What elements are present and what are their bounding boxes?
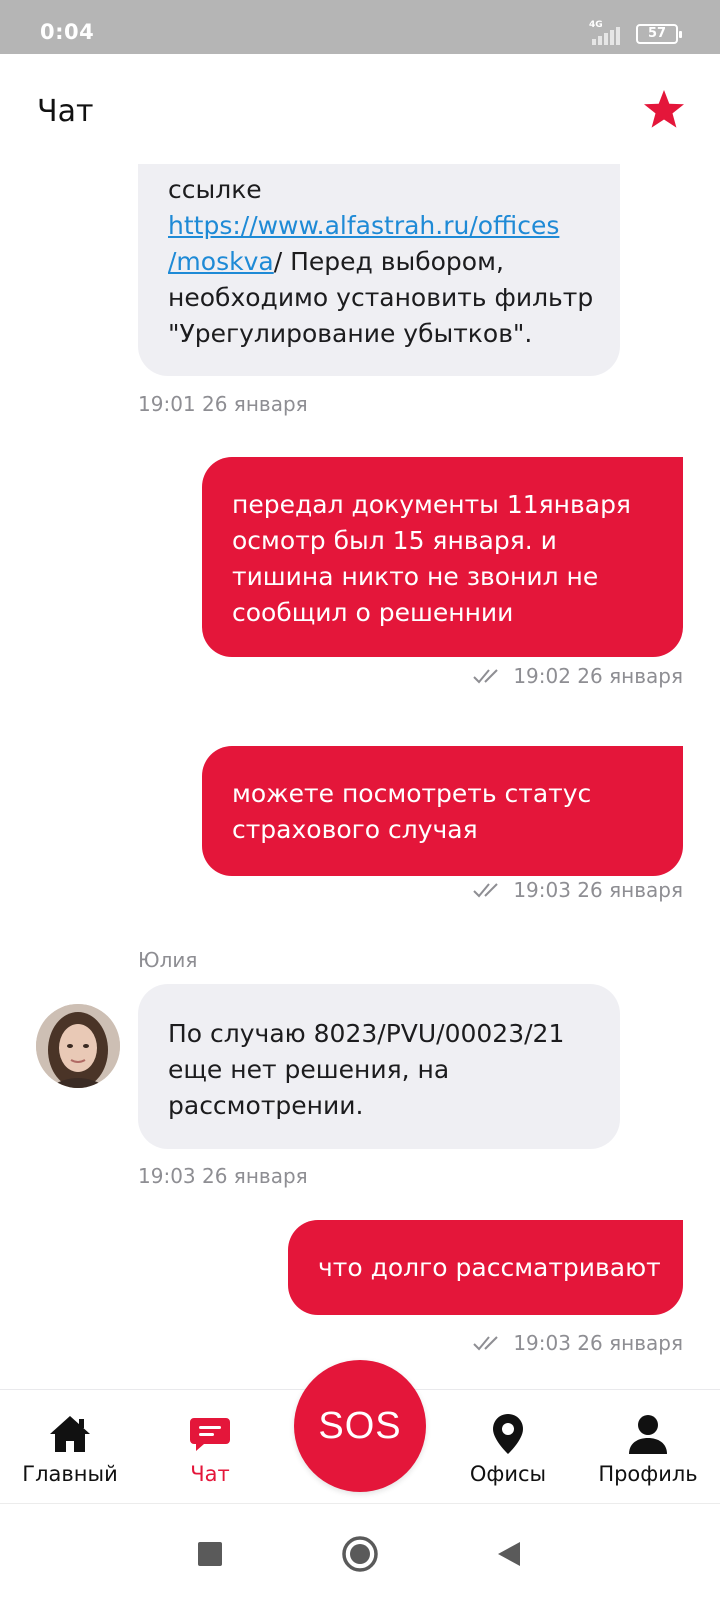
double-check-icon xyxy=(473,1336,499,1351)
double-check-icon xyxy=(473,669,499,684)
message-meta: 19:02 26 января xyxy=(473,664,683,688)
message-text: осмотр был 15 января. и xyxy=(232,526,557,555)
nav-item-profile[interactable]: Профиль xyxy=(578,1390,718,1504)
sos-button[interactable]: SOS xyxy=(294,1360,426,1492)
nav-label-profile: Профиль xyxy=(598,1462,698,1486)
message-meta: 19:03 26 января xyxy=(473,878,683,902)
home-circle-icon[interactable] xyxy=(340,1534,380,1574)
message-meta: 19:03 26 января xyxy=(473,1331,683,1355)
signal-icon xyxy=(590,23,624,45)
nav-item-chat[interactable]: Чат xyxy=(140,1390,280,1504)
message-text: / Перед выбором, xyxy=(273,247,504,276)
sender-name: Юлия xyxy=(138,948,198,972)
message-text: ссылке xyxy=(168,175,262,204)
message-text: страхового случая xyxy=(232,815,478,844)
double-check-icon xyxy=(473,883,499,898)
message-text: можете посмотреть статус xyxy=(232,779,592,808)
message-time: 19:02 26 января xyxy=(513,664,683,688)
office-link[interactable]: https://www.alfastrah.ru/offices xyxy=(168,211,559,240)
avatar[interactable] xyxy=(36,1004,120,1088)
recents-icon[interactable] xyxy=(190,1534,230,1574)
nav-label-chat: Чат xyxy=(190,1462,230,1486)
message-text: необходимо установить фильтр xyxy=(168,283,594,312)
message-text: сообщил о решеннии xyxy=(232,598,514,627)
message-text: тишина никто не звонил не xyxy=(232,562,599,591)
message-bubble-outgoing: передал документы 11января осмотр был 15… xyxy=(202,457,683,657)
battery-level: 57 xyxy=(647,26,667,41)
app-header: Чат xyxy=(0,54,720,164)
message-text: По случаю 8023/PVU/00023/21 xyxy=(168,1019,565,1048)
avatar-photo xyxy=(36,1004,120,1088)
message-time: 19:03 26 января xyxy=(138,1164,308,1188)
home-icon xyxy=(50,1416,90,1452)
message-bubble-outgoing: что долго рассматривают xyxy=(288,1220,683,1315)
battery-icon: 57 xyxy=(636,24,682,44)
star-icon[interactable] xyxy=(642,88,686,132)
system-nav-bar xyxy=(0,1503,720,1600)
chat-icon xyxy=(190,1418,230,1451)
message-bubble-outgoing: можете посмотреть статус страхового случ… xyxy=(202,746,683,876)
message-time: 19:01 26 января xyxy=(138,392,308,416)
message-text: что долго рассматривают xyxy=(318,1253,661,1282)
nav-item-offices[interactable]: Офисы xyxy=(438,1390,578,1504)
profile-icon xyxy=(629,1415,667,1454)
message-time: 19:03 26 января xyxy=(513,1331,683,1355)
office-link-continued[interactable]: /moskva xyxy=(168,247,274,276)
sos-label: SOS xyxy=(318,1404,402,1447)
back-icon[interactable] xyxy=(490,1534,530,1574)
message-text: передал документы 11января xyxy=(232,490,631,519)
status-bar: 0:04 4G 57 xyxy=(0,0,720,54)
status-time: 0:04 xyxy=(40,20,95,44)
location-pin-icon xyxy=(493,1414,523,1454)
nav-item-home[interactable]: Главный xyxy=(0,1390,140,1504)
message-bubble-incoming: По случаю 8023/PVU/00023/21 еще нет реше… xyxy=(138,984,620,1149)
chat-messages[interactable]: ссылке https://www.alfastrah.ru/offices … xyxy=(0,164,720,1389)
message-time: 19:03 26 января xyxy=(513,878,683,902)
message-text: рассмотрении. xyxy=(168,1091,364,1120)
page-title: Чат xyxy=(37,94,94,129)
nav-label-offices: Офисы xyxy=(469,1462,547,1486)
nav-label-home: Главный xyxy=(22,1462,118,1486)
message-bubble-incoming: ссылке https://www.alfastrah.ru/offices … xyxy=(138,164,620,376)
message-text: "Урегулирование убытков". xyxy=(168,319,533,348)
message-text: еще нет решения, на xyxy=(168,1055,450,1084)
